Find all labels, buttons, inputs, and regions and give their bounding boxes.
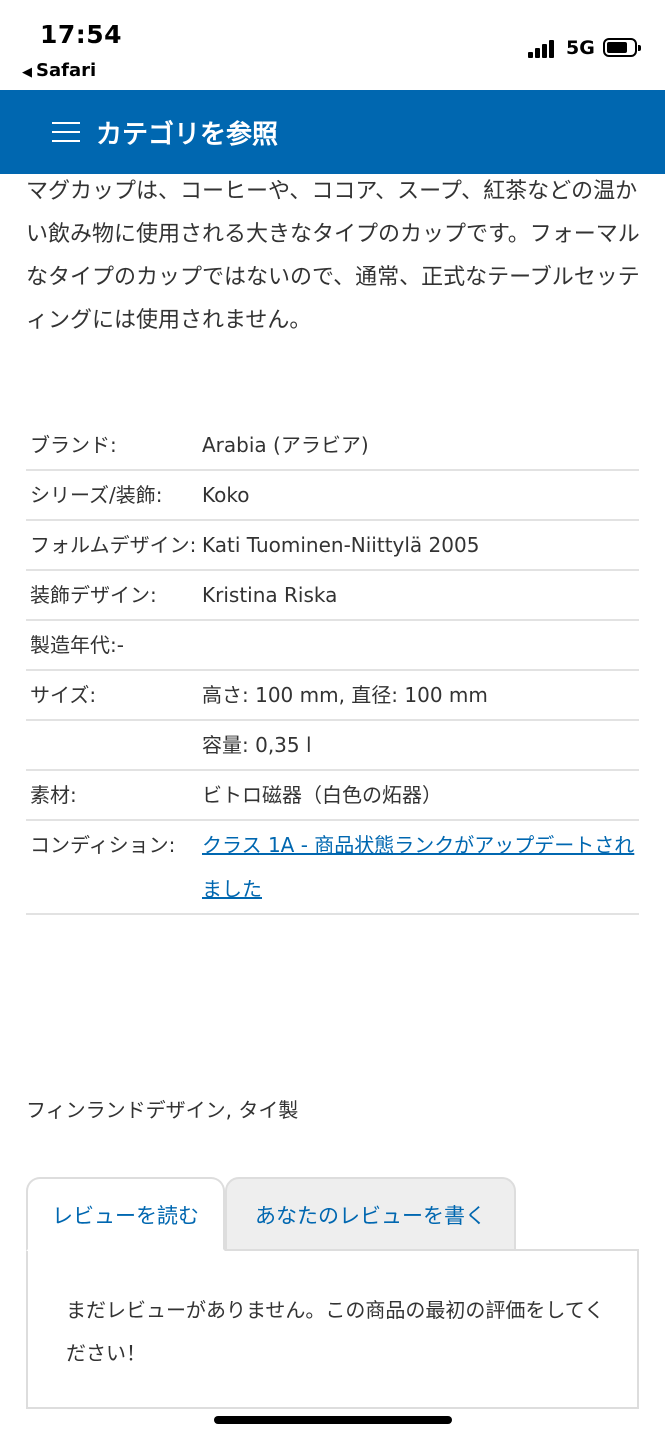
spec-value: クラス 1A - 商品状態ランクがアップデートされました: [202, 821, 639, 913]
spec-label: シリーズ/装飾:: [30, 483, 163, 507]
nav-title[interactable]: カテゴリを参照: [96, 114, 278, 151]
review-panel: まだレビューがありません。この商品の最初の評価をしてください！: [26, 1249, 639, 1409]
network-type: 5G: [566, 37, 595, 59]
spec-row-condition: コンディション: クラス 1A - 商品状態ランクがアップデートされました: [26, 821, 639, 915]
tab-write-review[interactable]: あなたのレビューを書く: [225, 1177, 516, 1251]
no-reviews-message: まだレビューがありません。この商品の最初の評価をしてください！: [66, 1298, 605, 1365]
spec-value: Koko: [202, 483, 250, 507]
hamburger-menu-icon[interactable]: [52, 122, 80, 142]
spec-value: Kristina Riska: [202, 583, 338, 607]
spec-label: ブランド:: [30, 433, 117, 457]
spec-row-decor-design: 装飾デザイン: Kristina Riska: [26, 571, 639, 621]
spec-row-capacity: 容量: 0,35 l: [26, 721, 639, 771]
status-bar: 17:54 ◀ Safari 5G: [0, 0, 665, 90]
spec-value: Arabia (アラビア): [202, 433, 369, 457]
spec-label: 製造年代:-: [30, 633, 124, 657]
spec-label: 素材:: [30, 783, 77, 807]
spec-row-form-design: フォルムデザイン: Kati Tuominen-Niittylä 2005: [26, 521, 639, 571]
spec-table: ブランド: Arabia (アラビア) シリーズ/装飾: Koko フォルムデザ…: [26, 421, 639, 915]
spec-value: Kati Tuominen-Niittylä 2005: [202, 533, 480, 557]
home-indicator[interactable]: [214, 1416, 452, 1424]
back-to-safari-button[interactable]: ◀ Safari: [22, 60, 96, 81]
spec-row-production-years: 製造年代:-: [26, 621, 639, 671]
product-description: マグカップは、コーヒーや、ココア、スープ、紅茶などの温かい飲み物に使用される大き…: [26, 179, 640, 333]
spec-row-brand: ブランド: Arabia (アラビア): [26, 421, 639, 471]
spec-value: ビトロ磁器（白色の炻器）: [202, 783, 442, 807]
spec-label: [26, 721, 202, 769]
back-arrow-icon: ◀: [22, 65, 32, 80]
tab-read-reviews[interactable]: レビューを読む: [26, 1177, 225, 1251]
condition-link[interactable]: クラス 1A - 商品状態ランクがアップデートされました: [202, 833, 634, 901]
spec-row-size: サイズ: 高さ: 100 mm, 直径: 100 mm: [26, 671, 639, 721]
spec-label: サイズ:: [30, 683, 97, 707]
review-tabs: レビューを読む あなたのレビューを書く: [26, 1177, 639, 1251]
battery-icon: [603, 38, 641, 57]
spec-label: コンディション:: [30, 833, 176, 857]
cellular-signal-icon: [528, 38, 560, 58]
spec-value: 容量: 0,35 l: [202, 733, 312, 757]
back-app-label: Safari: [36, 60, 97, 81]
spec-value: 高さ: 100 mm, 直径: 100 mm: [202, 683, 488, 707]
category-nav-bar[interactable]: カテゴリを参照: [0, 90, 665, 174]
spec-label: 装飾デザイン:: [30, 583, 157, 607]
origin-text: フィンランドデザイン, タイ製: [26, 1098, 299, 1122]
spec-label: フォルムデザイン:: [30, 533, 197, 557]
status-time: 17:54: [40, 20, 123, 49]
spec-row-series: シリーズ/装飾: Koko: [26, 471, 639, 521]
spec-row-material: 素材: ビトロ磁器（白色の炻器）: [26, 771, 639, 821]
